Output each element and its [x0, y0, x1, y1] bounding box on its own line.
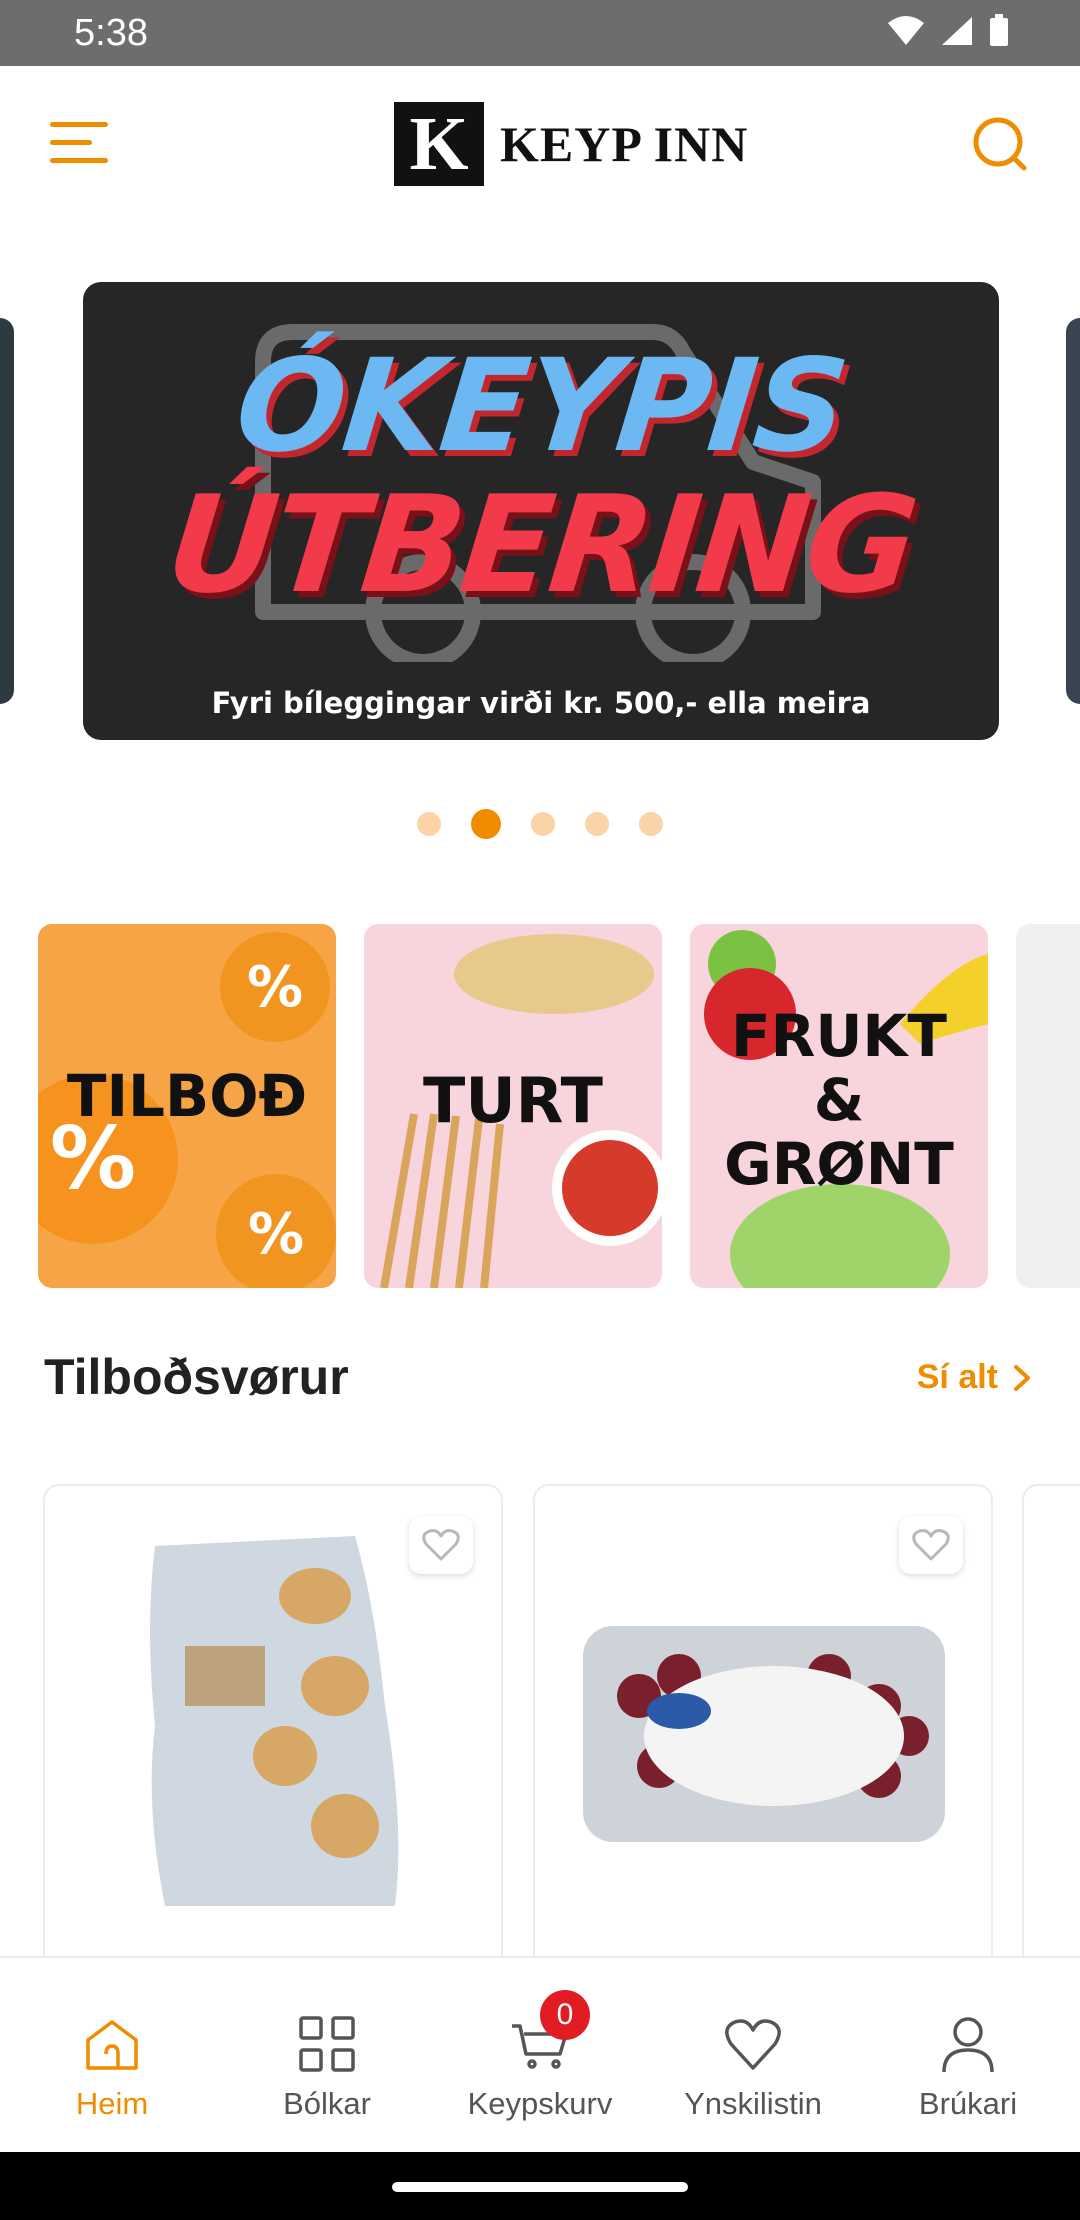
category-carousel: % % % TILBOÐ TURT FRUKT & GRØNT	[38, 924, 1080, 1288]
chevron-right-icon	[1014, 1364, 1030, 1391]
heart-icon	[723, 2014, 783, 2074]
menu-icon-line	[50, 158, 108, 163]
carousel-dot[interactable]	[585, 812, 609, 836]
signal-icon	[942, 17, 972, 45]
banner-subtitle: Fyri bíleggingar virði kr. 500,- ella me…	[211, 686, 871, 720]
carousel-dot-active[interactable]	[471, 809, 501, 839]
nav-home[interactable]: Heim	[4, 1958, 220, 2154]
add-to-wishlist-button[interactable]	[899, 1516, 963, 1574]
search-icon	[973, 117, 1027, 171]
app-logo[interactable]: K KEYP INN	[394, 102, 748, 186]
category-tile-fruit-vegetables[interactable]: FRUKT & GRØNT	[690, 924, 988, 1288]
wifi-icon	[888, 16, 924, 45]
nav-label: Brúkari	[918, 2086, 1018, 2121]
carousel-dot[interactable]	[417, 812, 441, 836]
free-delivery-banner[interactable]: ÓKEYPIS ÚTBERING Fyri bíleggingar virði …	[83, 282, 999, 740]
banner-title-line1: ÓKEYPIS	[229, 332, 853, 481]
product-image-mini-flutes	[150, 1536, 399, 1906]
home-icon	[82, 2014, 142, 2074]
next-banner-peek[interactable]	[1066, 318, 1080, 704]
menu-icon-line	[50, 140, 92, 145]
status-bar: 5:38	[0, 0, 1080, 66]
nav-label: Heim	[75, 2086, 149, 2121]
cart-count-badge: 0	[540, 1990, 590, 2040]
nav-label: Bólkar	[283, 2086, 371, 2121]
nav-cart[interactable]: 0 Keypskurv	[432, 1958, 648, 2154]
nav-wishlist[interactable]: Ynskilistin	[645, 1958, 861, 2154]
category-label: FRUKT & GRØNT	[724, 1002, 954, 1198]
section-title-offers: Tilboðsvørur	[44, 1349, 349, 1405]
carousel-dot[interactable]	[639, 812, 663, 836]
category-tile-offers[interactable]: % % % TILBOÐ	[38, 924, 336, 1288]
category-label: TURT	[423, 1064, 603, 1137]
nav-categories[interactable]: Bólkar	[219, 1958, 435, 2154]
offers-product-list	[0, 1484, 1080, 1958]
grid-icon	[297, 2014, 357, 2074]
category-label: TILBOÐ	[66, 1062, 308, 1130]
product-card[interactable]	[43, 1484, 503, 1958]
logo-mark: K	[394, 102, 484, 186]
product-card[interactable]	[1022, 1484, 1080, 1958]
menu-icon	[50, 122, 108, 127]
banner-carousel[interactable]: ÓKEYPIS ÚTBERING Fyri bíleggingar virði …	[0, 282, 1080, 742]
cart-icon: 0	[510, 1990, 590, 2074]
logo-text: KEYP INN	[500, 116, 749, 172]
percent-badge: %	[220, 932, 330, 1042]
product-card[interactable]	[533, 1484, 993, 1958]
home-gesture-handle[interactable]	[392, 2182, 688, 2192]
heart-icon	[422, 1529, 460, 1561]
banner-title-line2: ÚTBERING	[160, 467, 922, 623]
status-time: 5:38	[74, 12, 148, 54]
category-tile-dry-goods[interactable]: TURT	[364, 924, 662, 1288]
user-icon	[938, 2014, 998, 2074]
heart-icon	[912, 1529, 950, 1561]
system-gesture-bar	[0, 2152, 1080, 2220]
status-icons	[886, 14, 1010, 48]
nav-account[interactable]: Brúkari	[860, 1958, 1076, 2154]
category-tile-next[interactable]	[1016, 924, 1080, 1288]
nav-label: Ynskilistin	[684, 2086, 822, 2121]
see-all-link[interactable]: Sí alt	[917, 1358, 1032, 1397]
product-image-red-grapes	[583, 1626, 945, 1842]
carousel-dot[interactable]	[531, 812, 555, 836]
see-all-label: Sí alt	[916, 1358, 998, 1396]
carousel-pagination	[0, 808, 1080, 840]
search-button[interactable]	[968, 112, 1032, 176]
percent-badge: %	[216, 1174, 336, 1288]
bottom-navigation: Heim Bólkar 0 Keypskurv Ynskilistin Brúk…	[0, 1956, 1080, 2152]
app-header: K KEYP INN	[0, 66, 1080, 226]
menu-button[interactable]	[44, 114, 116, 174]
battery-icon	[990, 14, 1008, 46]
nav-label: Keypskurv	[467, 2086, 613, 2121]
previous-banner-peek[interactable]	[0, 318, 14, 704]
